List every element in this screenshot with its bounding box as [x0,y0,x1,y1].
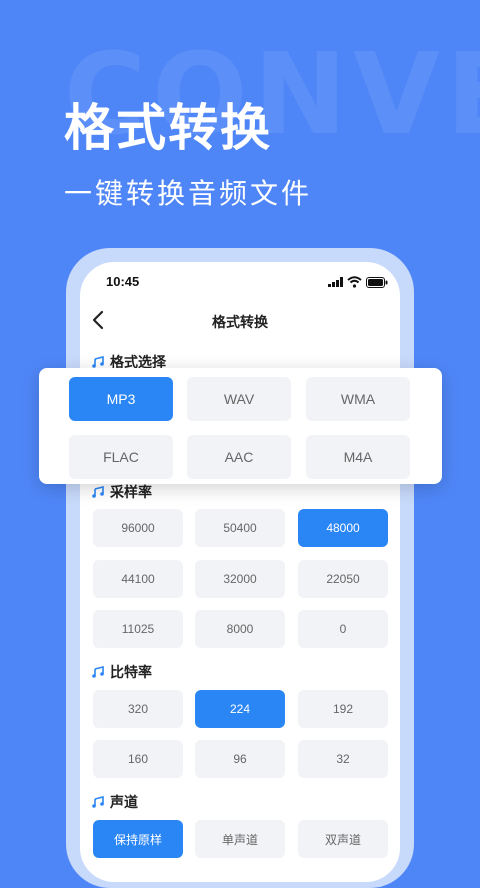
format-option-flac[interactable]: FLAC [69,435,173,479]
format-option-m4a[interactable]: M4A [306,435,410,479]
bitrate-section-title: 比特率 [92,662,152,682]
sample-rate-section-label: 采样率 [110,485,152,501]
sample-rate-option-44100[interactable]: 44100 [93,560,183,598]
sample-rate-option-11025[interactable]: 11025 [93,610,183,648]
page-title: 格式转换 [212,315,268,331]
music-note-icon [92,796,104,808]
music-note-icon [92,486,104,498]
channel-section-title: 声道 [92,792,138,812]
music-note-icon [92,356,104,368]
channel-option-stereo[interactable]: 双声道 [298,820,388,858]
channel-section-label: 声道 [110,795,138,811]
sample-rate-option-0[interactable]: 0 [298,610,388,648]
music-note-icon [92,666,104,678]
bitrate-option-224[interactable]: 224 [195,690,285,728]
status-time: 10:45 [106,274,140,289]
bitrate-option-320[interactable]: 320 [93,690,183,728]
format-option-wav[interactable]: WAV [187,377,291,421]
nav-bar: 格式转换 [80,306,400,334]
format-option-wma[interactable]: WMA [306,377,410,421]
sample-rate-option-96000[interactable]: 96000 [93,509,183,547]
promo-subhead: 一键转换音频文件 [64,177,313,210]
wifi-icon [347,276,362,288]
bitrate-section-label: 比特率 [110,665,152,681]
status-bar: 10:45 [80,262,400,302]
sample-rate-option-32000[interactable]: 32000 [195,560,285,598]
promo-headline: 格式转换 [64,99,272,157]
signal-icon [328,277,343,287]
format-options-card: MP3 WAV WMA FLAC AAC M4A [39,368,442,484]
sample-rate-option-22050[interactable]: 22050 [298,560,388,598]
channel-option-mono[interactable]: 单声道 [195,820,285,858]
bitrate-option-160[interactable]: 160 [93,740,183,778]
sample-rate-option-8000[interactable]: 8000 [195,610,285,648]
channel-option-keep-original[interactable]: 保持原样 [93,820,183,858]
battery-icon [366,277,388,288]
sample-rate-section-title: 采样率 [92,482,152,502]
bitrate-option-96[interactable]: 96 [195,740,285,778]
phone-screen: 10:45 格式转换 格式选择 采样率 96000 50400 48000 44… [80,262,400,882]
format-option-aac[interactable]: AAC [187,435,291,479]
format-option-mp3[interactable]: MP3 [69,377,173,421]
bitrate-option-192[interactable]: 192 [298,690,388,728]
bitrate-option-32[interactable]: 32 [298,740,388,778]
sample-rate-option-50400[interactable]: 50400 [195,509,285,547]
sample-rate-option-48000[interactable]: 48000 [298,509,388,547]
